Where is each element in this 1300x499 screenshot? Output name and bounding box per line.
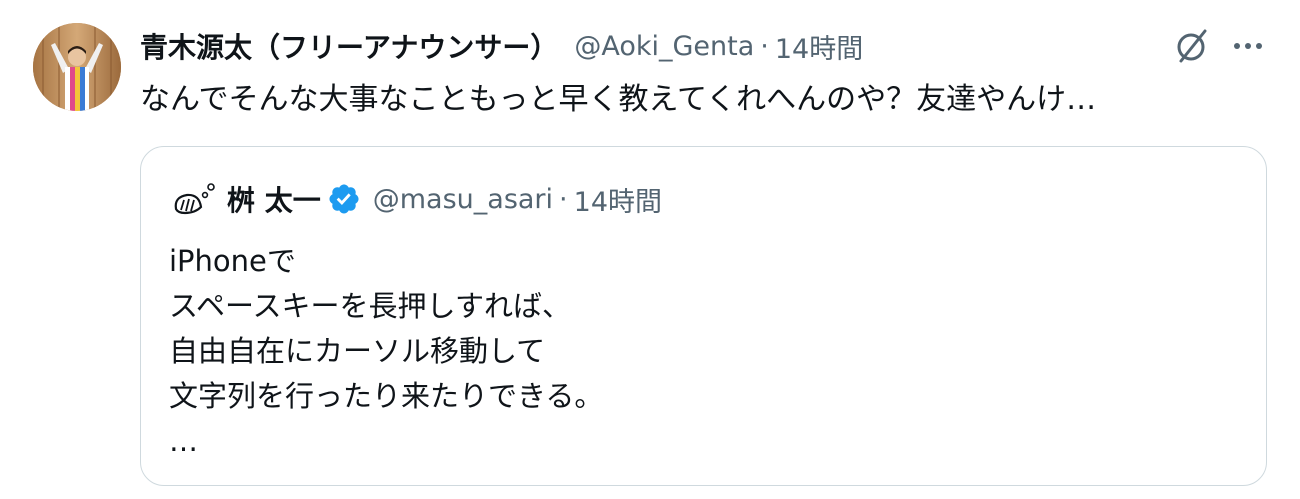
tweet[interactable]: 青木源太（フリーアナウンサー） @Aoki_Genta · 14時間 なんでそん… <box>0 0 1300 499</box>
slashed-circle-icon <box>1177 29 1207 63</box>
quote-text: iPhoneで スペースキーを長押しすれば、 自由自在にカーソル移動して 文字列… <box>169 239 603 464</box>
tweet-header: 青木源太（フリーアナウンサー） @Aoki_Genta · 14時間 <box>140 24 863 68</box>
quote-timestamp[interactable]: 14時間 <box>574 180 662 219</box>
quote-line: 文字列を行ったり来たりできる。 <box>169 379 604 413</box>
more-options-button[interactable] <box>1228 26 1268 66</box>
avatar-image <box>33 23 121 111</box>
quote-author-avatar[interactable] <box>171 179 217 219</box>
author-handle[interactable]: @Aoki_Genta <box>574 31 754 62</box>
tweet-timestamp[interactable]: 14時間 <box>775 27 863 66</box>
quote-line: iPhoneで <box>169 244 296 278</box>
quote-header-separator: · <box>559 183 568 215</box>
verified-badge-icon <box>329 184 359 214</box>
quote-header: 桝 太一 @masu_asari · 14時間 <box>171 179 662 219</box>
ellipsis-icon <box>1234 43 1262 49</box>
quote-author-display-name[interactable]: 桝 太一 <box>227 179 321 219</box>
tweet-text: なんでそんな大事なこともっと早く教えてくれへんのや？友達やんけ… <box>140 82 1097 117</box>
quote-author-handle[interactable]: @masu_asari <box>373 184 553 215</box>
grok-button[interactable] <box>1172 26 1212 66</box>
quote-tweet-card[interactable]: 桝 太一 @masu_asari · 14時間 iPhoneで スペースキーを長… <box>140 146 1267 486</box>
quote-truncation: … <box>169 424 198 458</box>
header-separator: · <box>760 30 769 62</box>
avatar[interactable] <box>33 23 121 111</box>
quote-line: スペースキーを長押しすれば、 <box>169 289 571 323</box>
author-display-name[interactable]: 青木源太（フリーアナウンサー） <box>140 26 558 66</box>
quote-line: 自由自在にカーソル移動して <box>169 334 546 368</box>
